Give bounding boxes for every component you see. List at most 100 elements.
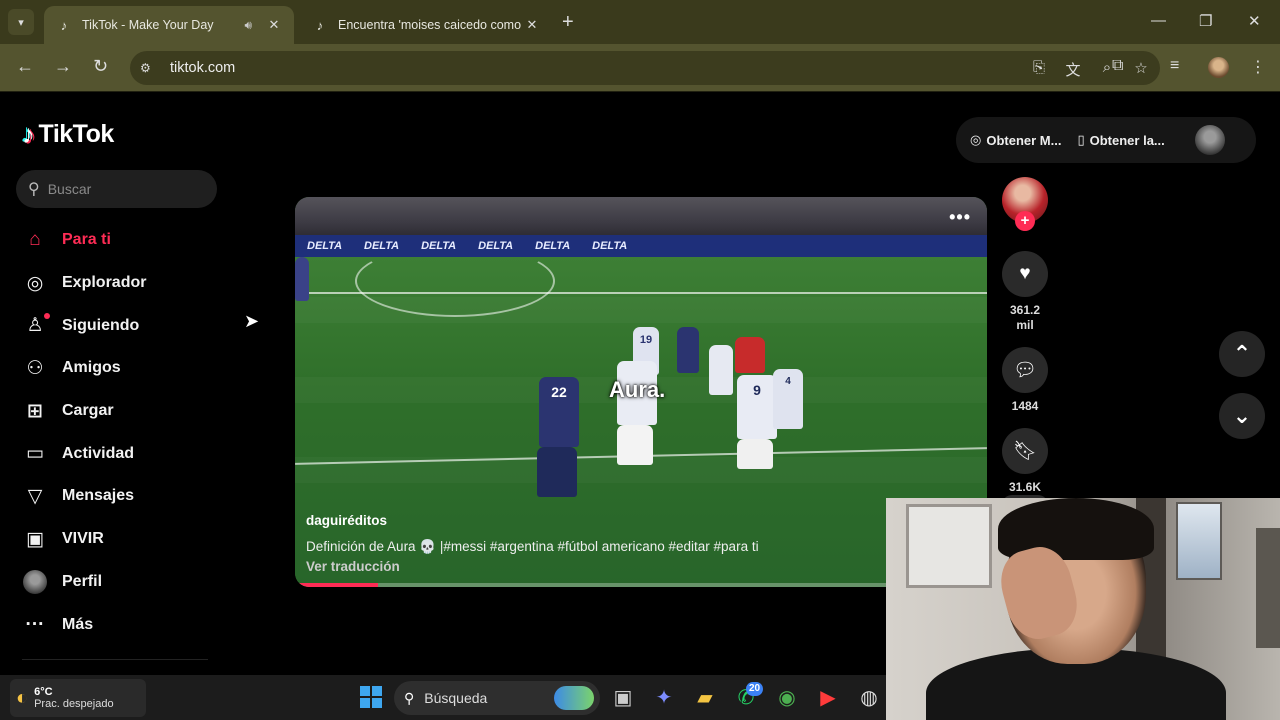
bookmark-star-icon[interactable]: ☆ (1132, 59, 1150, 80)
task-view-icon[interactable]: ▣ (610, 684, 636, 710)
minimize-icon[interactable]: — (1151, 12, 1166, 29)
chrome-profile-avatar[interactable] (1208, 57, 1229, 78)
chevron-up-icon: ⌃ (1232, 341, 1252, 366)
webcam-overlay (886, 498, 1280, 720)
windows-logo-icon (360, 686, 382, 708)
get-app-button[interactable]: ▯ Obtener la... (1077, 132, 1164, 148)
sidebar-item-amigos[interactable]: ⚇ Amigos (22, 347, 146, 390)
sidebar-item-perfil[interactable]: Perfil (22, 561, 146, 604)
tab-search-button[interactable]: ▾ (8, 9, 34, 35)
sidebar-item-vivir[interactable]: ▣ VIVIR (22, 518, 146, 561)
ad-board-text: DELTA (535, 240, 571, 252)
menu-kebab-icon[interactable]: ⋮ (1250, 57, 1266, 77)
video-meta: daguiréditos Definición de Aura 💀 |#mess… (306, 513, 866, 574)
sidebar-item-cargar[interactable]: ⊞ Cargar (22, 390, 146, 433)
see-translation-link[interactable]: Ver traducción (306, 559, 866, 574)
sidebar-item-explorador[interactable]: ◎ Explorador (22, 262, 147, 305)
sidebar-item-label: VIVIR (62, 530, 104, 548)
tab-tiktok[interactable]: ♪ TikTok - Make Your Day 🔊︎ ✕ (44, 6, 294, 44)
translate-icon[interactable]: 文 (1064, 59, 1082, 80)
like-count: 361.2 mil (1002, 303, 1048, 333)
sidebar-item-actividad[interactable]: ▭ Actividad (22, 432, 146, 475)
sidebar-item-siguiendo[interactable]: ♙ Siguiendo (22, 304, 146, 347)
file-explorer-icon[interactable]: ▰ (692, 684, 718, 710)
profile-icon (22, 569, 48, 595)
jersey-number: 4 (785, 376, 791, 387)
close-window-icon[interactable]: ✕ (1248, 12, 1261, 30)
start-button[interactable] (358, 684, 384, 710)
messages-icon: ▽ (27, 485, 43, 507)
top-actions-bar: ◎ Obtener M... ▯ Obtener la... (956, 117, 1256, 163)
next-video-button[interactable]: ⌄ (1219, 393, 1265, 439)
previous-video-button[interactable]: ⌃ (1219, 331, 1265, 377)
weather-condition: Prac. despejado (34, 698, 114, 710)
following-icon: ♙ (22, 312, 50, 339)
friends-icon: ⚇ (26, 357, 44, 379)
comment-icon: 💬︎ (1012, 360, 1038, 381)
extensions-icon[interactable]: ⧉ (1112, 57, 1123, 75)
live-icon: ▣ (26, 528, 44, 550)
more-options-icon[interactable]: ••• (949, 207, 971, 228)
search-input[interactable] (47, 181, 198, 197)
browser-toolbar: ← → ↻ ⚙ tiktok.com ⎘ 文 ⌕ ☆ ⧉ ≡ ⋮ (0, 44, 1280, 92)
taskbar-search-label: Búsqueda (424, 690, 488, 706)
follow-plus-icon[interactable]: + (1015, 211, 1035, 231)
close-tab-icon[interactable]: ✕ (524, 17, 540, 33)
sidebar-item-label: Cargar (62, 402, 114, 420)
phone-icon: ▯ (1077, 132, 1085, 147)
back-button[interactable]: ← (16, 57, 34, 75)
taskbar-search[interactable]: ⚲ Búsqueda (394, 681, 600, 715)
tab-title: Encuentra 'moises caicedo como (338, 18, 522, 32)
tab-title: TikTok - Make Your Day (82, 18, 214, 32)
chrome-icon[interactable]: ◉ (774, 684, 800, 710)
sidebar-item-label: Explorador (62, 274, 147, 292)
video-author[interactable]: daguiréditos (306, 513, 866, 528)
get-coins-button[interactable]: ◎ Obtener M... (970, 132, 1061, 148)
media-control-icon[interactable]: ≡ (1170, 57, 1179, 75)
user-avatar[interactable] (1194, 125, 1225, 155)
wall-poster (1176, 502, 1222, 580)
youtube-music-icon[interactable]: ▶ (815, 684, 841, 710)
sidebar-item-para-ti[interactable]: ⌂ Para ti (22, 219, 146, 262)
forward-button[interactable]: → (54, 57, 72, 75)
video-progress-fill (295, 583, 379, 587)
jersey-number: 19 (639, 334, 653, 346)
jersey-number: 9 (753, 382, 761, 398)
reload-button[interactable]: ↻ (93, 57, 108, 75)
like-button[interactable]: ♥ (1002, 251, 1048, 297)
sidebar-item-label: Perfil (62, 572, 103, 590)
tab-search-result[interactable]: ♪ Encuentra 'moises caicedo como ✕ (300, 6, 552, 44)
video-player[interactable]: DELTA DELTA DELTA DELTA DELTA DELTA 22 19 9 4… (295, 197, 987, 587)
logo-text: TikTok (38, 120, 115, 148)
sidebar-item-mensajes[interactable]: ▽ Mensajes (22, 475, 146, 518)
tiktok-favicon-icon: ♪ (60, 17, 68, 33)
search-highlight-icon (554, 686, 594, 710)
creator-avatar[interactable]: + (1002, 177, 1048, 231)
weather-sun-icon: ◐ (16, 686, 29, 709)
sidebar-item-label: Mensajes (62, 487, 135, 505)
speaker-icon[interactable]: 🔊︎ (244, 18, 252, 33)
heart-icon: ♥ (1019, 263, 1031, 284)
restore-icon[interactable]: ❐ (1199, 12, 1212, 30)
address-url: tiktok.com (170, 60, 236, 76)
notification-dot (44, 312, 50, 319)
copilot-icon[interactable]: ✦ (651, 684, 677, 710)
weather-widget[interactable]: ◐ 6°C Prac. despejado (10, 679, 146, 717)
chrome-canary-icon[interactable]: ◍ (856, 684, 882, 710)
video-progress-bar[interactable] (295, 583, 987, 587)
video-description: Definición de Aura 💀 |#messi #argentina … (306, 539, 759, 554)
save-button[interactable]: 🔖︎ (1002, 428, 1048, 474)
tiktok-logo[interactable]: ♪ TikTok (22, 119, 114, 150)
sidebar-item-mas[interactable]: ··· Más (22, 603, 146, 646)
install-app-icon[interactable]: ⎘ (1030, 59, 1048, 80)
tiktok-note-icon: ♪ (22, 119, 35, 149)
new-tab-button[interactable]: + (562, 12, 574, 32)
comment-button[interactable]: 💬︎ (1002, 347, 1048, 393)
close-tab-icon[interactable]: ✕ (266, 17, 282, 33)
address-bar[interactable]: ⚙ tiktok.com ⎘ 文 ⌕ ☆ (130, 51, 1160, 85)
site-info-icon[interactable]: ⚙ (140, 61, 160, 75)
get-app-label: Obtener la... (1089, 132, 1165, 148)
search-box[interactable]: ⚲ (16, 170, 217, 208)
jersey-number: 22 (551, 384, 567, 400)
tiktok-favicon-icon: ♪ (316, 17, 324, 33)
